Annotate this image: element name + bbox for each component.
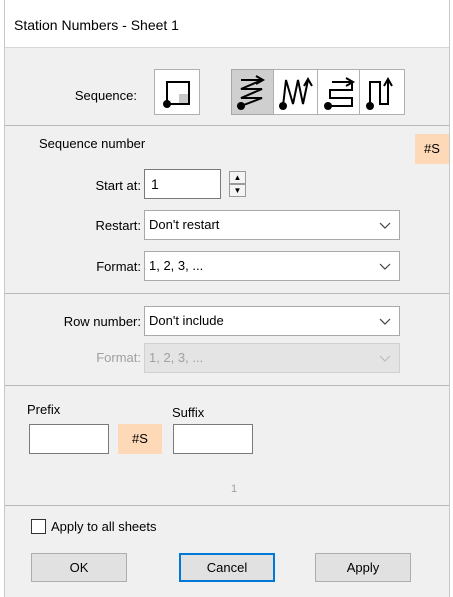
divider-line (5, 505, 449, 506)
chevron-down-icon (379, 318, 391, 325)
column-up-icon (366, 76, 393, 110)
format-label: Format: (96, 259, 141, 274)
sequence-column-up-button[interactable] (359, 69, 405, 115)
title-bar: Station Numbers - Sheet 1 (5, 0, 449, 48)
column-snake-icon (279, 76, 313, 110)
sequence-start-corner-button[interactable] (154, 69, 200, 115)
chevron-down-icon (379, 263, 391, 270)
suffix-input[interactable] (173, 424, 253, 454)
ok-button[interactable]: OK (31, 553, 127, 582)
start-at-input[interactable]: 1 (144, 169, 221, 199)
apply-button[interactable]: Apply (315, 553, 411, 582)
format-value: 1, 2, 3, ... (149, 258, 204, 273)
sequence-row-snake-button[interactable] (317, 69, 363, 115)
sequence-column-snake-button[interactable] (273, 69, 319, 115)
divider-line (5, 385, 449, 386)
cancel-button[interactable]: Cancel (179, 553, 275, 582)
sequence-zigzag-button[interactable] (231, 69, 277, 115)
divider-line (5, 125, 449, 126)
suffix-label: Suffix (172, 405, 205, 420)
prefix-code-tag[interactable]: #S (118, 424, 162, 454)
sequence-number-heading: Sequence number (39, 136, 146, 151)
prefix-label: Prefix (27, 402, 61, 417)
row-format-value: 1, 2, 3, ... (149, 350, 204, 365)
restart-value: Don't restart (149, 217, 220, 232)
start-at-decrement[interactable]: ▼ (229, 184, 246, 197)
format-select[interactable]: 1, 2, 3, ... (144, 251, 400, 281)
restart-select[interactable]: Don't restart (144, 210, 400, 240)
chevron-down-icon (379, 355, 391, 362)
row-number-select[interactable]: Don't include (144, 306, 400, 336)
window-title: Station Numbers - Sheet 1 (14, 17, 179, 33)
preview-text: 1 (231, 483, 238, 495)
row-format-label: Format: (96, 350, 141, 365)
divider-line (5, 293, 449, 294)
row-format-select: 1, 2, 3, ... (144, 343, 400, 373)
zigzag-icon (237, 75, 266, 110)
row-number-value: Don't include (149, 313, 224, 328)
start-at-increment[interactable]: ▲ (229, 171, 246, 184)
start-corner-icon (163, 81, 190, 108)
start-at-label: Start at: (95, 178, 141, 193)
row-number-label: Row number: (63, 314, 141, 329)
chevron-down-icon (379, 222, 391, 229)
restart-label: Restart: (95, 218, 141, 233)
row-snake-icon (324, 77, 356, 110)
sequence-code-tag[interactable]: #S (415, 134, 449, 164)
apply-all-label: Apply to all sheets (51, 519, 157, 534)
prefix-input[interactable] (29, 424, 109, 454)
apply-all-checkbox[interactable] (31, 519, 46, 534)
sequence-label: Sequence: (74, 88, 137, 103)
station-numbers-dialog: Station Numbers - Sheet 1 Sequence: Sequ… (4, 0, 450, 597)
